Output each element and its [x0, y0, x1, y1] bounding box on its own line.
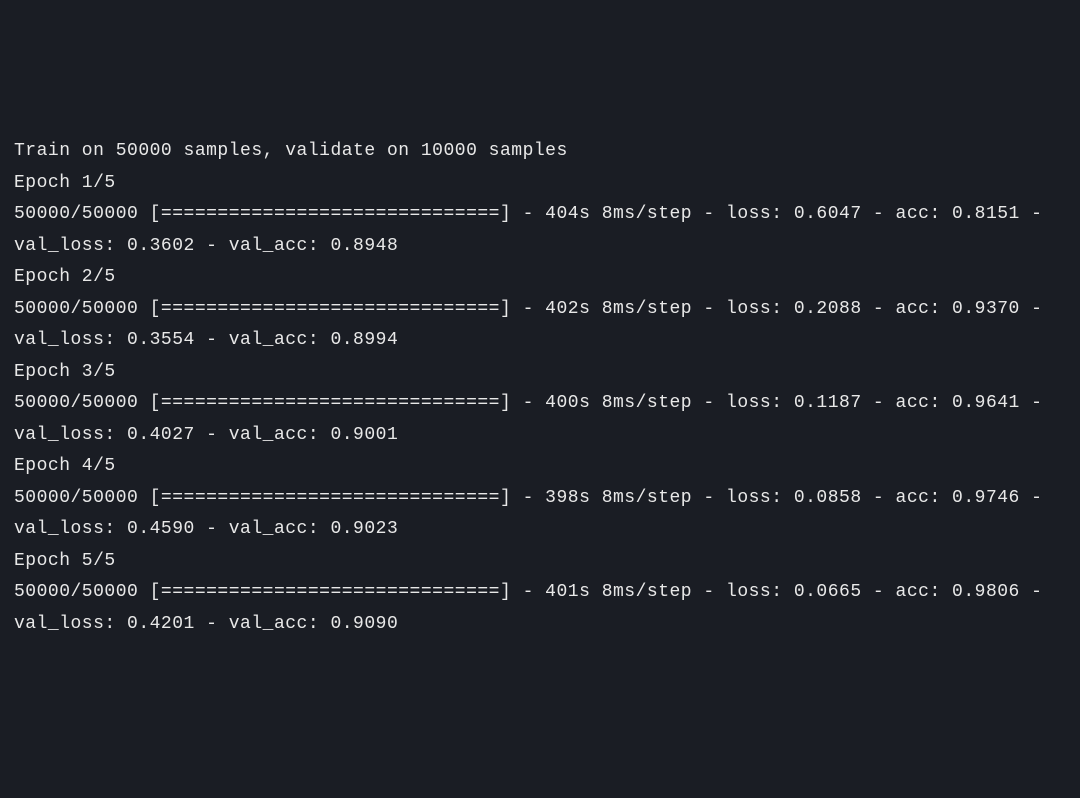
epoch-progress-5: 50000/50000 [===========================…	[14, 577, 1066, 640]
epoch-label-4: Epoch 4/5	[14, 451, 1066, 483]
epoch-label-3: Epoch 3/5	[14, 357, 1066, 389]
epoch-label-2: Epoch 2/5	[14, 262, 1066, 294]
epoch-progress-4: 50000/50000 [===========================…	[14, 483, 1066, 546]
epoch-label-5: Epoch 5/5	[14, 546, 1066, 578]
epoch-label-1: Epoch 1/5	[14, 168, 1066, 200]
terminal-output: Train on 50000 samples, validate on 1000…	[14, 136, 1066, 640]
epoch-progress-1: 50000/50000 [===========================…	[14, 199, 1066, 262]
training-header: Train on 50000 samples, validate on 1000…	[14, 136, 1066, 168]
epoch-progress-3: 50000/50000 [===========================…	[14, 388, 1066, 451]
epoch-progress-2: 50000/50000 [===========================…	[14, 294, 1066, 357]
